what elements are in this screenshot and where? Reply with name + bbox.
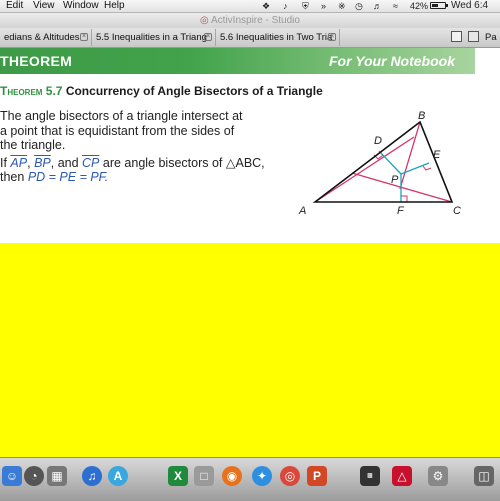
menu-view[interactable]: View — [33, 0, 55, 12]
equal-distances: PD = PE = PF. — [27, 170, 109, 184]
segment-cp: CP — [82, 155, 100, 170]
system-icon[interactable]: ⚙ — [428, 466, 448, 486]
theorem-condition: If AP, BP, and CP are angle bisectors of… — [0, 155, 265, 170]
menu-bar: Edit View Window Help ❖ ♪ ⛨ » ※ ◷ ♬ ≈ 42… — [0, 0, 500, 13]
excel-icon[interactable]: X — [168, 466, 188, 486]
close-icon[interactable]: × — [204, 33, 212, 41]
fast-forward-icon[interactable]: » — [321, 0, 326, 12]
app-icon: ◎ — [200, 15, 209, 26]
bisector-ap — [314, 136, 415, 203]
grid-icon[interactable] — [468, 31, 479, 42]
label-f: F — [397, 205, 405, 217]
dropbox-icon[interactable]: ❖ — [262, 0, 270, 12]
label-p: P — [391, 174, 399, 186]
theorem-title: Concurrency of Angle Bisectors of a Tria… — [65, 84, 323, 98]
close-icon[interactable]: × — [328, 33, 336, 41]
tab-inequalities-in-two-triangles[interactable]: 5.6 Inequalities in Two Tria × — [216, 29, 340, 46]
window-titlebar: ◎ ActivInspire - Studio — [0, 13, 500, 28]
clock[interactable]: Wed 6:4 — [451, 0, 488, 12]
acrobat-icon[interactable]: △ — [392, 466, 412, 486]
triangle-abc — [312, 120, 454, 203]
menu-edit[interactable]: Edit — [6, 0, 23, 12]
time-machine-icon[interactable]: ◷ — [355, 0, 363, 12]
palette-label[interactable]: Pa — [485, 29, 497, 46]
theorem-band: THEOREM For Your Notebook — [0, 48, 475, 74]
theorem-heading: Theorem 5.7 Concurrency of Angle Bisecto… — [0, 84, 323, 98]
tab-inequalities-in-a-triangle[interactable]: 5.5 Inequalities in a Triang × — [92, 29, 216, 46]
trash-icon[interactable]: ◫ — [474, 466, 494, 486]
segment-pd — [378, 150, 402, 175]
notebook-label: For Your Notebook — [329, 53, 455, 69]
theorem-line: a point that is equidistant from the sid… — [0, 123, 235, 138]
console-icon[interactable]: ▩ — [360, 466, 380, 486]
preview-icon[interactable]: □ — [194, 466, 214, 486]
tab-medians-altitudes[interactable]: edians & Altitudes × — [0, 29, 92, 46]
bisector-cp — [351, 172, 453, 203]
battery-icon[interactable] — [430, 2, 448, 9]
page-browser-icon[interactable] — [451, 31, 462, 42]
tab-bar: edians & Altitudes × 5.5 Inequalities in… — [0, 28, 500, 48]
volume-icon[interactable]: ♬ — [373, 0, 382, 12]
segment-ap: AP — [10, 155, 28, 170]
flipchart-page: THEOREM For Your Notebook Theorem 5.7 Co… — [0, 48, 500, 243]
tab-label: 5.5 Inequalities in a Triang — [96, 32, 207, 43]
menu-window[interactable]: Window — [63, 0, 99, 12]
theorem-line: the triangle. — [0, 138, 66, 152]
theorem-statement: The angle bisectors of a triangle inters… — [0, 109, 290, 185]
tab-label: 5.6 Inequalities in Two Tria — [220, 32, 333, 43]
itunes-icon[interactable]: ♫ — [82, 466, 102, 486]
label-b: B — [418, 110, 425, 122]
triangle-diagram: A B C D E F P — [298, 110, 461, 217]
wifi-icon[interactable]: ≈ — [393, 0, 398, 12]
label-c: C — [453, 205, 461, 217]
theorem-conclusion: then PD = PE = PF. — [0, 170, 109, 184]
powerpoint-icon[interactable]: P — [307, 466, 327, 486]
tab-label: edians & Altitudes — [4, 32, 80, 43]
app-store-icon[interactable]: A — [108, 466, 128, 486]
window-title: ActivInspire - Studio — [211, 15, 300, 26]
label-a: A — [298, 205, 306, 217]
right-angle-f — [401, 195, 408, 202]
menu-help[interactable]: Help — [104, 0, 125, 12]
close-icon[interactable]: × — [80, 33, 88, 41]
firefox-icon[interactable]: ◉ — [222, 466, 242, 486]
mission-control-icon[interactable]: ▦ — [47, 466, 67, 486]
chrome-icon[interactable]: ◎ — [280, 466, 300, 486]
dashboard-icon[interactable]: ◔ — [24, 466, 44, 486]
safari-icon[interactable]: ✦ — [252, 466, 272, 486]
bisector-bp — [399, 121, 421, 190]
label-e: E — [433, 149, 441, 161]
right-angle-e — [422, 165, 432, 171]
note-icon[interactable]: ♪ — [283, 0, 288, 12]
theorem-line: The angle bisectors of a triangle inters… — [0, 109, 243, 123]
segment-bp: BP — [34, 155, 51, 170]
theorem-band-label: THEOREM — [0, 53, 73, 69]
battery-percent: 42% — [410, 1, 429, 11]
bluetooth-icon[interactable]: ※ — [338, 0, 346, 12]
label-d: D — [374, 135, 382, 147]
shield-icon[interactable]: ⛨ — [302, 0, 309, 12]
dock: ☺ ◔ ▦ ♫ A X □ ◉ ✦ ◎ P ▩ △ ⚙ ◫ — [0, 457, 500, 501]
finder-icon[interactable]: ☺ — [2, 466, 22, 486]
theorem-number: Theorem 5.7 — [0, 84, 63, 98]
